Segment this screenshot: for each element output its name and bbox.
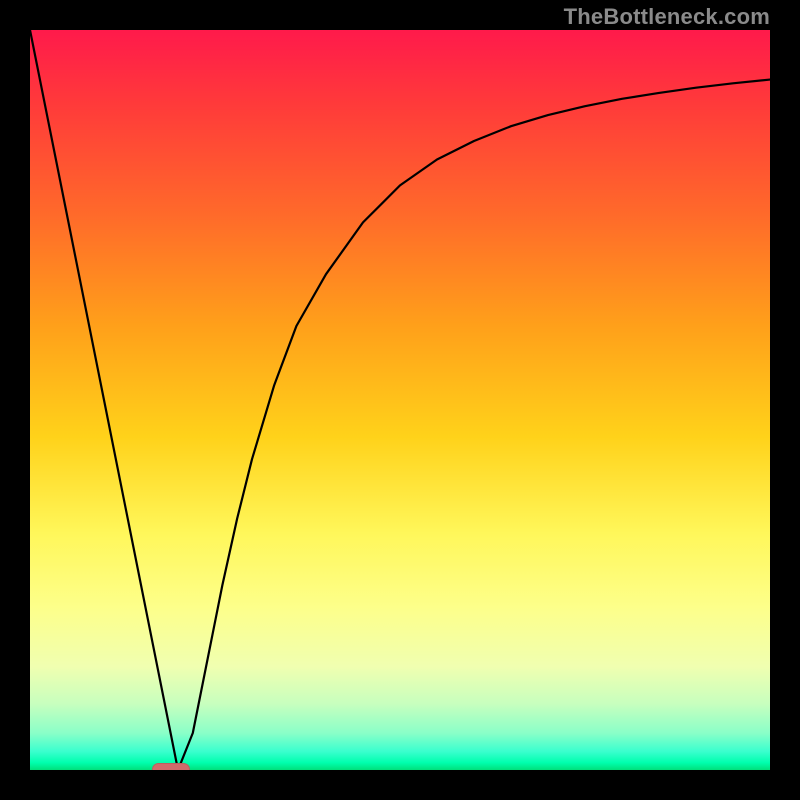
optimal-marker [152,763,190,770]
watermark-text: TheBottleneck.com [564,6,770,28]
bottleneck-curve [30,30,770,770]
plot-area [30,30,770,770]
chart-frame: TheBottleneck.com [0,0,800,800]
